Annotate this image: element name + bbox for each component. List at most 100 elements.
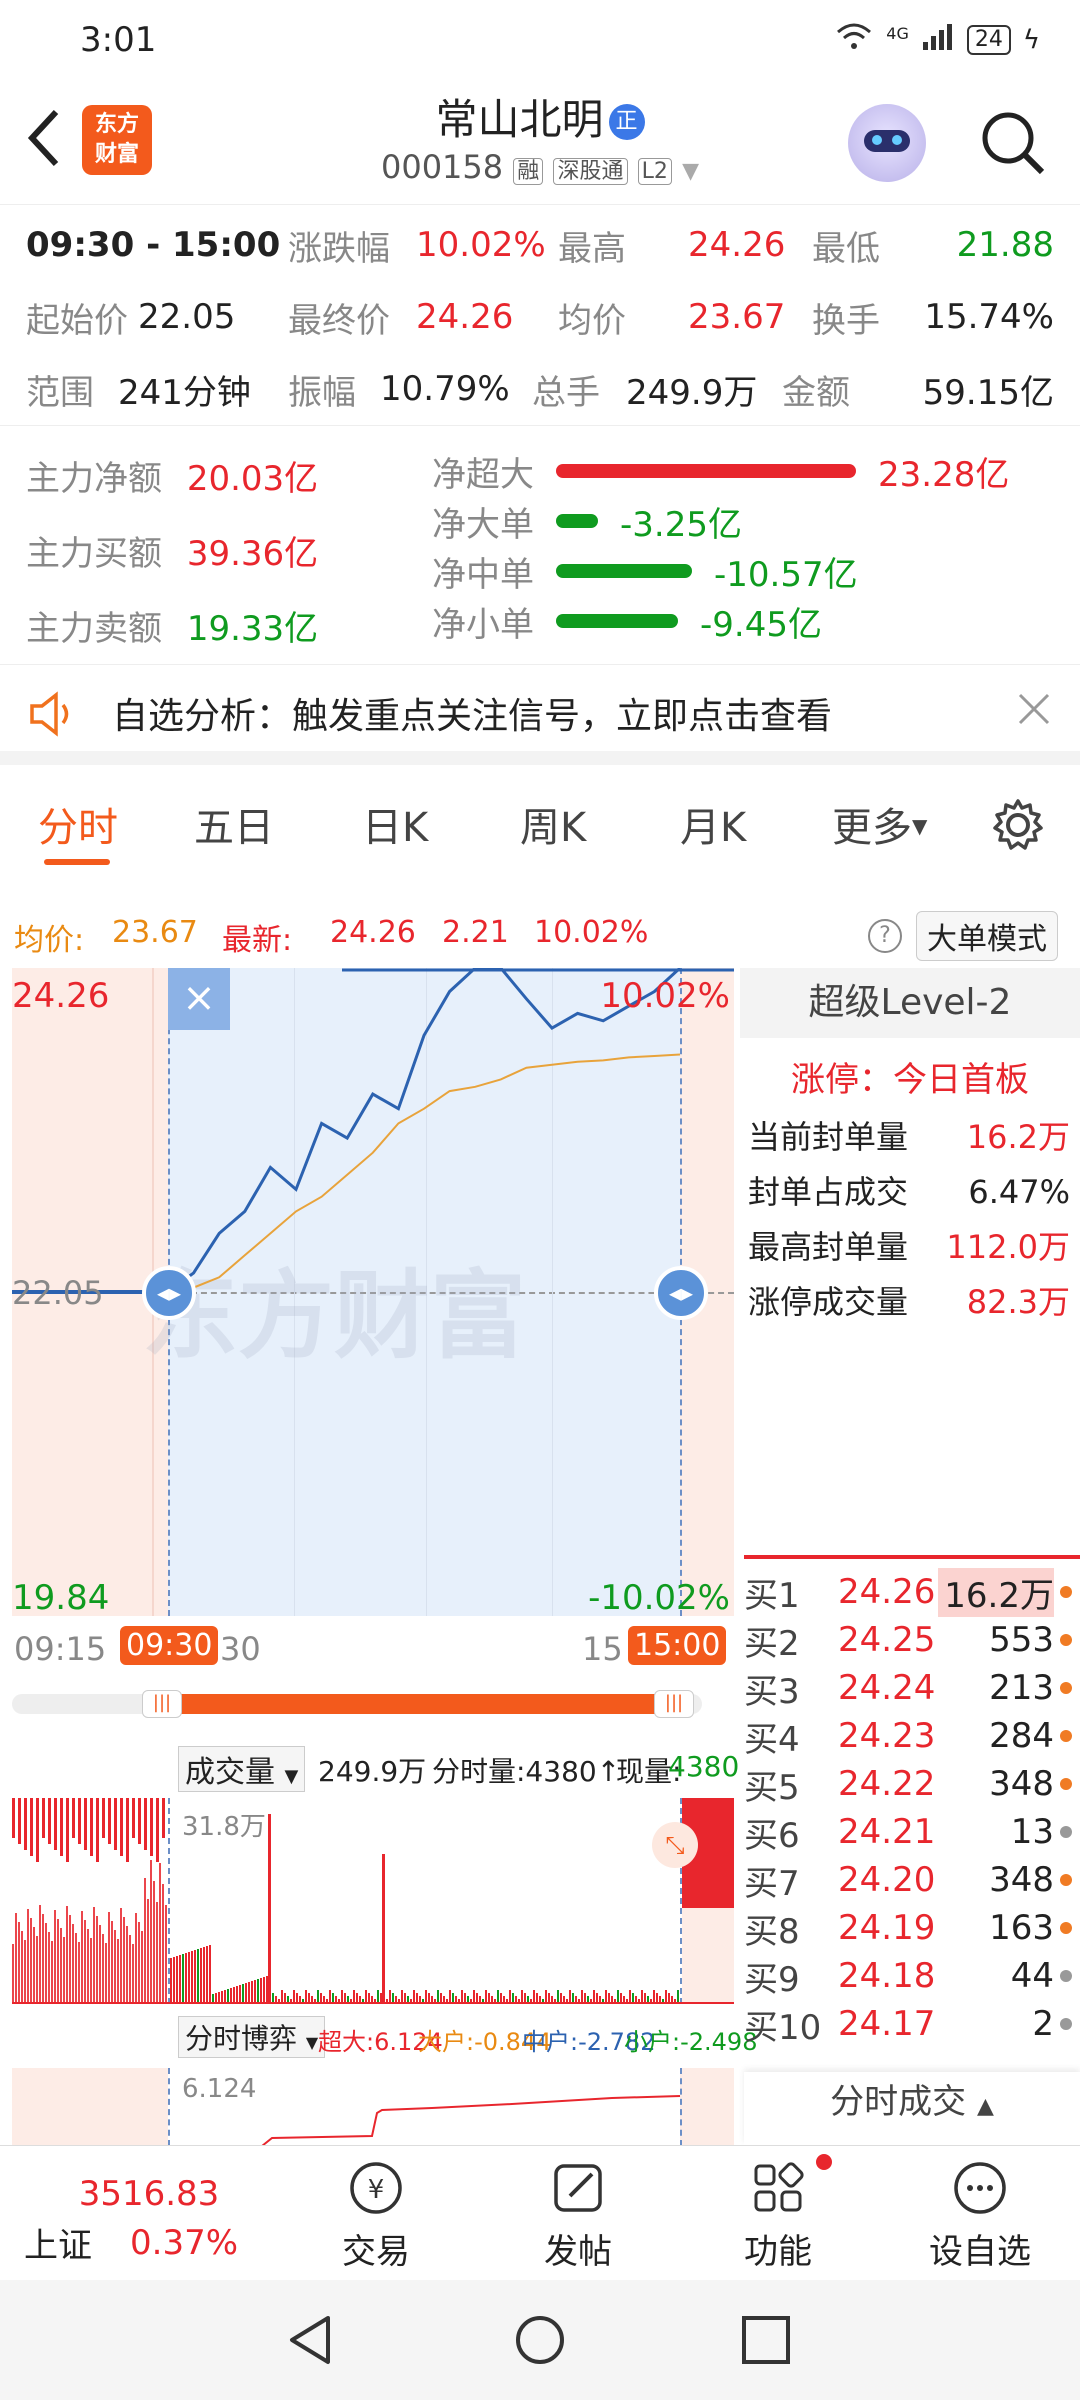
boyi-selector[interactable]: 分时博弈 ▼	[178, 2016, 326, 2058]
index-value: 3516.83	[78, 2174, 220, 2214]
nav-trade[interactable]: ¥ 交易	[326, 2156, 426, 2273]
order-book-row[interactable]: 买7 24.20 348	[744, 1856, 1080, 1904]
order-book-row[interactable]: 买8 24.19 163	[744, 1904, 1080, 1952]
order-book-row[interactable]: 买5 24.22 348	[744, 1760, 1080, 1808]
flow-label: 主力净额	[26, 459, 162, 499]
book-label: 买1	[744, 1575, 800, 1616]
book-dot	[1060, 1922, 1072, 1934]
book-dot	[1060, 1970, 1072, 1982]
close-icon[interactable]	[1016, 691, 1052, 736]
expand-icon[interactable]: ⤡	[652, 1822, 698, 1868]
nav-post-label: 发帖	[544, 2232, 612, 2272]
stat-label: 均价	[558, 300, 626, 341]
order-book: 买1 24.26 16.2万 买2 24.25 553 买3 24.24 213 买4 24.23 2…	[744, 1568, 1080, 2078]
book-volume: 163	[989, 1908, 1054, 1948]
flow-value: 23.28亿	[878, 454, 1010, 495]
book-volume: 553	[989, 1620, 1054, 1660]
change-pct: 10.02%	[534, 915, 649, 950]
dropdown-icon[interactable]: ▼	[682, 159, 699, 184]
level2-label: 当前封单量	[748, 1118, 909, 1156]
help-icon[interactable]: ?	[868, 919, 902, 953]
book-price: 24.21	[838, 1812, 936, 1852]
axis-bottom-price: 19.84	[12, 1578, 110, 1618]
range-handle-left[interactable]: ◂▸	[142, 1266, 196, 1320]
stats-panel: 09:30 - 15:00 涨跌幅 10.02% 最高 24.26 最低 21.…	[0, 205, 1080, 425]
book-label: 买5	[744, 1767, 800, 1808]
stock-badge: 正	[608, 104, 645, 140]
nav-function[interactable]: 功能	[728, 2154, 832, 2273]
big-order-mode-button[interactable]: 大单模式	[916, 911, 1058, 961]
tab-five-day[interactable]: 五日	[194, 795, 274, 853]
order-book-row[interactable]: 买6 24.21 13	[744, 1808, 1080, 1856]
level2-title[interactable]: 超级Level-2	[740, 968, 1080, 1038]
system-nav-bar	[0, 2280, 1080, 2400]
volume-selector[interactable]: 成交量 ▼	[178, 1746, 306, 1792]
book-label: 买9	[744, 1959, 800, 2000]
nav-back-icon[interactable]	[280, 2310, 340, 2374]
order-book-row[interactable]: 买10 24.17 2	[744, 2000, 1080, 2048]
boyi-selector-label: 分时博弈	[185, 2022, 298, 2055]
price-chart[interactable]: 东方财富 × 24.26 10.02% 22.05 19.84 -10.02% …	[12, 968, 734, 1618]
notification-dot	[816, 2154, 832, 2170]
price-lines	[12, 968, 734, 1294]
order-book-row[interactable]: 买2 24.25 553	[744, 1616, 1080, 1664]
order-book-row[interactable]: 买4 24.23 284	[744, 1712, 1080, 1760]
axis-mid-price: 22.05	[12, 1274, 104, 1312]
level2-items: 当前封单量 16.2万 封单占成交 6.47% 最高封单量 112.0万 涨停成交量 8…	[748, 1110, 1070, 1330]
fund-flow-bars: 净超大 23.28亿 净大单 -3.25亿 净中单 -10.57亿 净小单 -9.45亿	[432, 446, 1072, 646]
close-selection-icon[interactable]: ×	[168, 968, 230, 1030]
stat-value: 241分钟	[118, 372, 251, 413]
gear-icon[interactable]	[990, 797, 1046, 863]
nav-add-watch[interactable]: 设自选	[920, 2156, 1040, 2273]
status-time: 3:01	[80, 20, 157, 60]
robot-avatar-icon[interactable]	[848, 104, 926, 182]
order-book-row[interactable]: 买3 24.24 213	[744, 1664, 1080, 1712]
tab-indicator	[44, 859, 110, 865]
book-label: 买2	[744, 1623, 800, 1664]
bottom-bar: 3516.83 上证 0.37% ¥ 交易 发帖 功能 设自选	[0, 2145, 1080, 2280]
nav-post[interactable]: 发帖	[528, 2156, 628, 2273]
book-label: 买3	[744, 1671, 800, 1712]
index-widget[interactable]: 3516.83 上证 0.37%	[24, 2158, 254, 2267]
level2-label: 封单占成交	[748, 1173, 909, 1211]
flow-value: -10.57亿	[714, 554, 858, 595]
book-price: 24.23	[838, 1716, 936, 1756]
scrubber-handle-right[interactable]: |||	[654, 1690, 694, 1718]
time-axis: 09:15 09:30 30 15 15:00 ||| |||	[0, 1620, 740, 1730]
book-price: 24.18	[838, 1956, 936, 1996]
flow-bar	[556, 464, 856, 478]
book-label: 买4	[744, 1719, 800, 1760]
flow-label: 净超大	[432, 454, 534, 495]
status-bar: 3:01 4G 24 ϟ	[0, 0, 1080, 80]
order-book-row[interactable]: 买9 24.18 44	[744, 1952, 1080, 2000]
tab-week-k[interactable]: 周K	[520, 795, 586, 853]
flow-value: 19.33亿	[186, 609, 319, 649]
stat-label: 最高	[558, 228, 626, 269]
level2-value: 82.3万	[966, 1283, 1070, 1321]
signal-banner[interactable]: 自选分析：触发重点关注信号，立即点击查看	[0, 665, 1080, 765]
nav-home-icon[interactable]	[510, 2310, 570, 2374]
post-icon	[554, 2164, 602, 2212]
stats-row-2: 起始价 22.05 最终价 24.26 均价 23.67 换手 15.74%	[26, 281, 1054, 353]
range-handle-right[interactable]: ◂▸	[654, 1266, 708, 1320]
speaker-icon	[28, 689, 78, 748]
stat-value: 249.9万	[626, 372, 758, 413]
time-label: 09:15	[14, 1630, 107, 1668]
book-dot	[1060, 1682, 1072, 1694]
scrubber-handle-left[interactable]: |||	[142, 1690, 182, 1718]
change-value: 2.21	[442, 915, 509, 950]
tab-fenshi[interactable]: 分时	[38, 795, 118, 853]
level2-value: 6.47%	[968, 1173, 1070, 1211]
boyi-line	[261, 2095, 681, 2146]
fenshi-trade-toggle[interactable]: 分时成交 ▲	[744, 2072, 1080, 2145]
nav-recent-icon[interactable]	[738, 2312, 794, 2372]
stat-value: 22.05	[138, 297, 236, 337]
tab-month-k[interactable]: 月K	[680, 795, 746, 853]
tab-day-k[interactable]: 日K	[362, 795, 428, 853]
search-icon[interactable]	[978, 108, 1048, 182]
book-price: 24.24	[838, 1668, 936, 1708]
tab-more[interactable]: 更多▼	[832, 795, 927, 853]
book-price: 24.20	[838, 1860, 936, 1900]
time-selected-start: 09:30	[120, 1626, 219, 1665]
order-book-row[interactable]: 买1 24.26 16.2万	[744, 1568, 1080, 1617]
